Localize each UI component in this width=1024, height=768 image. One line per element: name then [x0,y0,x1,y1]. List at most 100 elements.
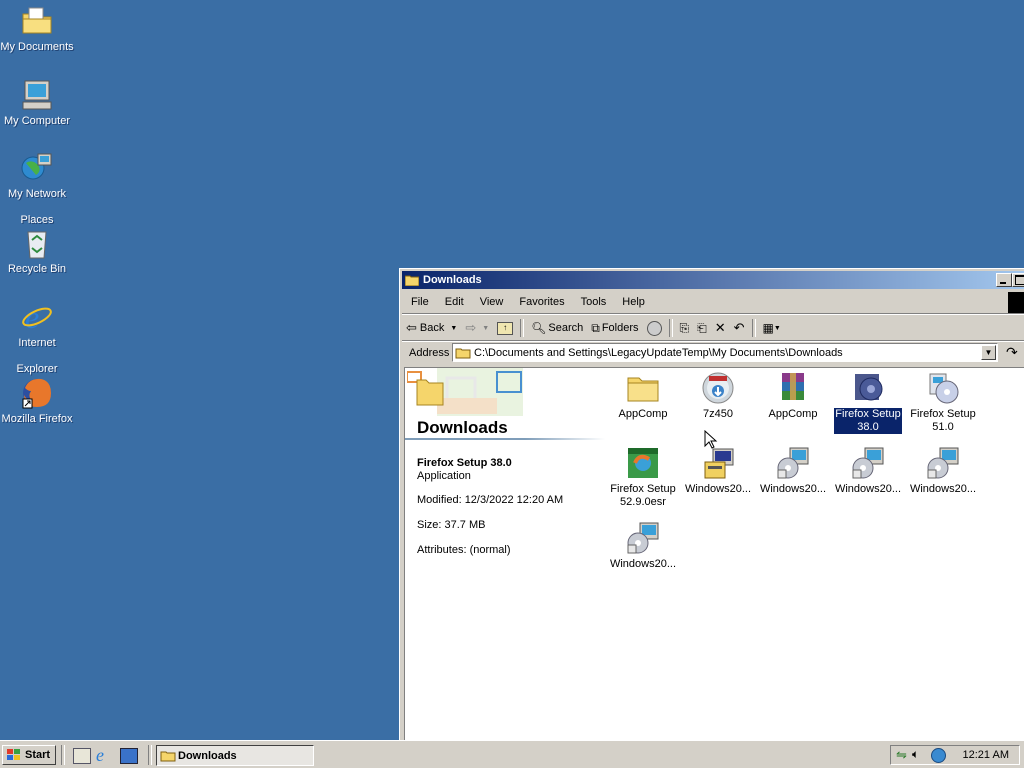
windows-update-icon [926,446,960,480]
windows-logo [1008,292,1024,314]
installer-disc-icon [701,371,735,405]
file-item[interactable]: Firefox Setup 51.0 [907,371,979,434]
minimize-button[interactable] [996,273,1012,287]
winrar-archive-icon [776,371,810,405]
toolbar-separator [751,319,756,337]
webview-info-pane: Downloads Firefox Setup 38.0 Application… [405,368,605,741]
title-underline [405,438,605,440]
folder-icon [626,371,660,405]
internet-explorer-icon[interactable]: e [96,745,104,766]
menu-file[interactable]: File [402,296,436,308]
file-item[interactable]: Firefox Setup 38.0 [832,371,904,434]
address-dropdown-button[interactable]: ▼ [981,345,996,360]
copy-to-button[interactable]: ⎗ [693,317,711,339]
history-button[interactable] [643,317,666,339]
firefox-icon [20,376,54,410]
go-arrow-icon[interactable]: ↷ [1006,344,1018,361]
desktop-icon-my-documents[interactable]: My Documents [0,4,74,54]
file-item[interactable]: Windows20... [607,521,679,571]
clock[interactable]: 12:21 AM [963,749,1009,761]
menu-view[interactable]: View [471,296,511,308]
menu-tools[interactable]: Tools [572,296,614,308]
chevron-down-icon: ▼ [773,324,781,332]
file-item[interactable]: 7z450 [682,371,754,421]
forward-arrow-icon: ⇨ [465,320,477,335]
chevron-down-icon: ▼ [450,324,458,332]
undo-icon: ↶ [733,320,745,335]
windows-update-icon [776,446,810,480]
standard-toolbar: ⇦ Back ▼ ⇨ ▼ ↑ 🔍︎ Search ⧉ Folders ⎘ ⎗ ✕… [402,316,1024,340]
file-item[interactable]: Windows20... [907,446,979,496]
file-item[interactable]: Windows20... [832,446,904,496]
folder-icon [455,348,471,359]
windows-update-icon [626,521,660,555]
folder-icon [405,275,419,286]
menu-edit[interactable]: Edit [436,296,471,308]
file-item[interactable]: AppComp [757,371,829,421]
maximize-button[interactable] [1012,273,1024,287]
selected-name: Firefox Setup 38.0 [417,457,512,469]
views-button[interactable]: ▦ ▼ [759,317,785,339]
forward-button[interactable]: ⇨ ▼ [461,317,493,339]
internet-explorer-icon: e [20,299,54,335]
desktop-icon-mozilla-firefox[interactable]: Mozilla Firefox [0,376,74,426]
search-icon: 🔍︎ [531,321,547,335]
system-tray: ⇋ 🔈︎ 12:21 AM [890,745,1020,765]
back-arrow-icon: ⇦ [406,320,417,335]
file-attributes: Attributes: (normal) [417,544,511,556]
desktop-icon-recycle-bin[interactable]: Recycle Bin [0,226,74,276]
delete-icon: ✕ [714,320,726,335]
toolbar-separator [668,319,673,337]
firefox-installer-icon [626,446,660,480]
folder-title: Downloads [417,418,508,437]
file-item[interactable]: Windows20... [757,446,829,496]
folder-content: Downloads Firefox Setup 38.0 Application… [404,367,1024,741]
folders-icon: ⧉ [591,320,600,335]
desktop-icon-internet-explorer[interactable]: e Internet Explorer [0,299,74,376]
explorer-window: Downloads File Edit View Favorites Tools… [399,268,1024,742]
desktop-icon-network-places[interactable]: My Network Places [0,151,74,227]
folder-icon [160,751,176,762]
folder-banner-graphic [407,368,523,416]
desktop-icon-my-computer[interactable]: My Computer [0,78,74,128]
chevron-down-icon: ▼ [482,324,490,332]
views-icon: ▦ [762,321,774,335]
outlook-express-icon[interactable] [120,748,138,764]
firefox-setup-icon [851,371,885,405]
window-titlebar[interactable]: Downloads [402,271,1024,289]
undo-button[interactable]: ↶ [730,317,749,339]
taskbar: Start e Downloads ⇋ 🔈︎ 12:21 AM [0,740,1024,768]
file-item[interactable]: AppComp [607,371,679,421]
show-desktop-icon[interactable] [73,748,91,764]
modified-date: Modified: 12/3/2022 12:20 AM [417,494,564,506]
back-button[interactable]: ⇦ Back ▼ [402,317,461,339]
file-size: Size: 37.7 MB [417,519,486,531]
address-field[interactable]: C:\Documents and Settings\LegacyUpdateTe… [452,343,998,362]
menu-bar: File Edit View Favorites Tools Help [402,292,1024,312]
update-globe-icon[interactable] [931,748,946,763]
file-item[interactable]: Windows20... [682,446,754,496]
quicklaunch-separator [61,745,65,765]
address-label: Address [409,347,450,359]
setup-program-icon [701,446,735,480]
search-button[interactable]: 🔍︎ Search [527,317,587,339]
network-tray-icon[interactable]: ⇋ [896,747,907,763]
delete-button[interactable]: ✕ [711,317,730,339]
up-folder-button[interactable]: ↑ [493,317,517,339]
menu-help[interactable]: Help [613,296,652,308]
menu-separator [402,313,1024,315]
menu-favorites[interactable]: Favorites [510,296,571,308]
window-title: Downloads [423,274,482,286]
taskbar-button-downloads[interactable]: Downloads [156,745,314,766]
my-documents-icon [20,4,54,38]
address-value: C:\Documents and Settings\LegacyUpdateTe… [474,346,843,359]
volume-icon[interactable]: 🔈︎ [912,747,919,762]
move-to-icon: ⎘ [679,320,690,335]
selected-type: Application [417,470,471,482]
recycle-bin-icon [20,226,54,260]
move-to-button[interactable]: ⎘ [676,317,694,339]
folders-button[interactable]: ⧉ Folders [587,317,642,339]
start-button[interactable]: Start [2,745,56,765]
file-item[interactable]: Firefox Setup 52.9.0esr [607,446,679,509]
history-icon [646,320,662,336]
